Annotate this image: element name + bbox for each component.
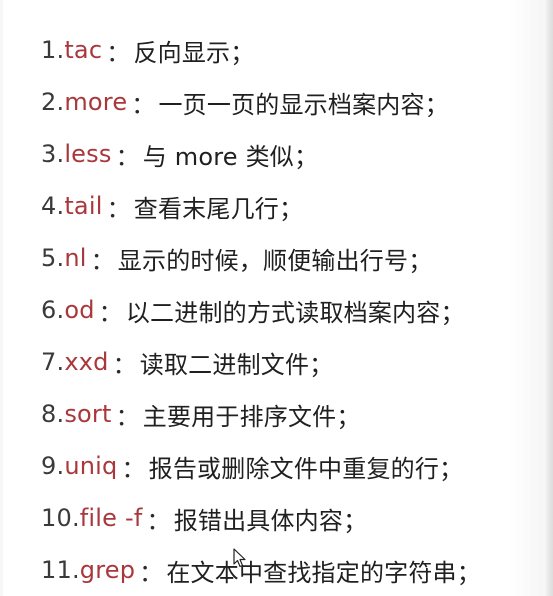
command-name: tail [64,192,103,220]
separator: ： [139,558,164,587]
command-description: 显示的时候，顺便输出行号； [117,246,433,275]
command-name: file -f [79,504,143,532]
command-name: less [64,140,112,168]
separator: ： [115,142,140,171]
list-item: 5. nl ： 显示的时候，顺便输出行号； [41,232,481,284]
separator: ： [115,402,140,431]
item-number: 7. [41,348,65,376]
command-name: xxd [64,348,109,376]
command-description: 读取二进制文件； [139,350,334,379]
item-number: 11. [41,556,80,584]
list-item: 10. file -f ： 报错出具体内容； [41,492,481,544]
separator: ： [90,246,115,275]
list-item: 2. more ： 一页一页的显示档案内容； [41,76,481,128]
item-number: 8. [41,400,65,428]
command-description: 一页一页的显示档案内容； [158,90,449,119]
command-name: sort [64,400,112,428]
list-item: 11. grep ： 在文本中查找指定的字符串； [41,544,481,596]
command-description: 主要用于排序文件； [142,402,361,431]
list-item: 4. tail ： 查看末尾几行； [41,180,481,232]
list-item: 7. xxd ： 读取二进制文件； [41,336,481,388]
command-name: od [64,296,95,324]
command-description: 报告或删除文件中重复的行； [148,454,464,483]
command-name: grep [79,556,136,584]
command-description: 查看末尾几行； [133,194,304,223]
separator: ： [131,90,156,119]
slide-right-edge [546,0,553,596]
command-description: 以二进制的方式读取档案内容； [125,298,465,327]
command-name: uniq [64,452,118,480]
list-item: 8. sort ： 主要用于排序文件； [41,388,481,440]
separator: ： [106,194,131,223]
command-description: 反向显示； [133,38,255,67]
item-number: 10. [41,504,80,532]
slide-left-edge [0,0,3,596]
item-number: 9. [41,452,65,480]
list-item: 9. uniq ： 报告或删除文件中重复的行； [41,440,481,492]
separator: ： [98,298,123,327]
command-list: 1. tac ： 反向显示； 2. more ： 一页一页的显示档案内容； 3.… [41,24,481,596]
list-item: 3. less ： 与 more 类似； [41,128,481,180]
item-number: 2. [41,88,65,116]
separator: ： [146,506,171,535]
separator: ： [106,38,131,67]
list-item: 1. tac ： 反向显示； [41,24,481,76]
command-name: nl [64,244,87,272]
item-number: 3. [41,140,65,168]
command-name: more [64,88,128,116]
separator: ： [121,454,146,483]
command-name: tac [64,36,103,64]
command-description: 与 more 类似； [142,142,319,171]
item-number: 6. [41,296,65,324]
list-item: 6. od ： 以二进制的方式读取档案内容； [41,284,481,336]
item-number: 1. [41,36,65,64]
slide-canvas: 1. tac ： 反向显示； 2. more ： 一页一页的显示档案内容； 3.… [0,0,553,596]
separator: ： [112,350,137,379]
item-number: 5. [41,244,65,272]
command-description: 报错出具体内容； [173,506,368,535]
mouse-pointer-icon [233,548,247,568]
item-number: 4. [41,192,65,220]
command-description: 在文本中查找指定的字符串； [166,558,481,587]
